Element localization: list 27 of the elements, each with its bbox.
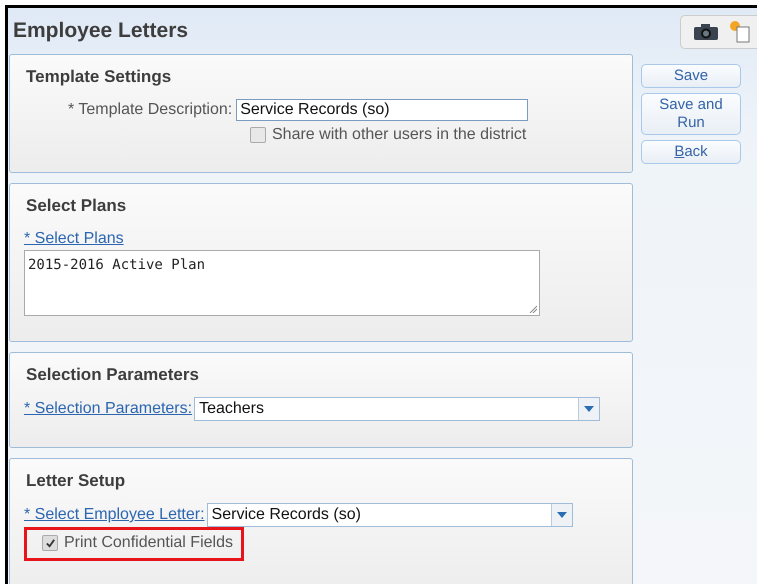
select-employee-letter-link[interactable]: * Select Employee Letter:	[24, 506, 205, 524]
section-heading: Select Plans	[26, 196, 128, 216]
plan-text: 2015-2016 Active Plan	[28, 257, 206, 273]
section-heading: Letter Setup	[26, 471, 126, 491]
select-plans-link[interactable]: * Select Plans	[24, 230, 124, 247]
checkbox-label: Print Confidential Fields	[64, 534, 233, 552]
dropdown-arrow-icon	[584, 406, 594, 412]
action-button[interactable]: Save and Run	[641, 93, 741, 135]
action-button[interactable]: Back	[641, 140, 741, 164]
check-icon	[44, 538, 56, 548]
resize-grip-icon[interactable]	[529, 305, 537, 313]
section-heading: Template Settings	[26, 67, 172, 87]
new-document-icon[interactable]	[729, 20, 751, 44]
page-title: Employee Letters	[13, 19, 188, 43]
checkbox[interactable]	[42, 535, 58, 551]
plans-text-area[interactable]: 2015-2016 Active Plan	[24, 250, 540, 316]
selection-parameters-link[interactable]: * Selection Parameters:	[24, 400, 192, 418]
camera-icon[interactable]	[693, 23, 719, 41]
description-field[interactable]: Service Records (so)	[236, 99, 528, 121]
dropdown-arrow-icon	[556, 512, 567, 518]
checkbox-label: Share with other users in the district	[272, 126, 526, 144]
section-heading: Selection Parameters	[26, 365, 200, 385]
letter-dropdown[interactable]: Service Records (so)	[206, 503, 573, 527]
field-label: * Template Description:	[68, 101, 232, 119]
action-button[interactable]: Save	[641, 64, 741, 88]
parameters-dropdown[interactable]: Teachers	[194, 397, 600, 421]
checkbox[interactable]	[250, 127, 266, 143]
